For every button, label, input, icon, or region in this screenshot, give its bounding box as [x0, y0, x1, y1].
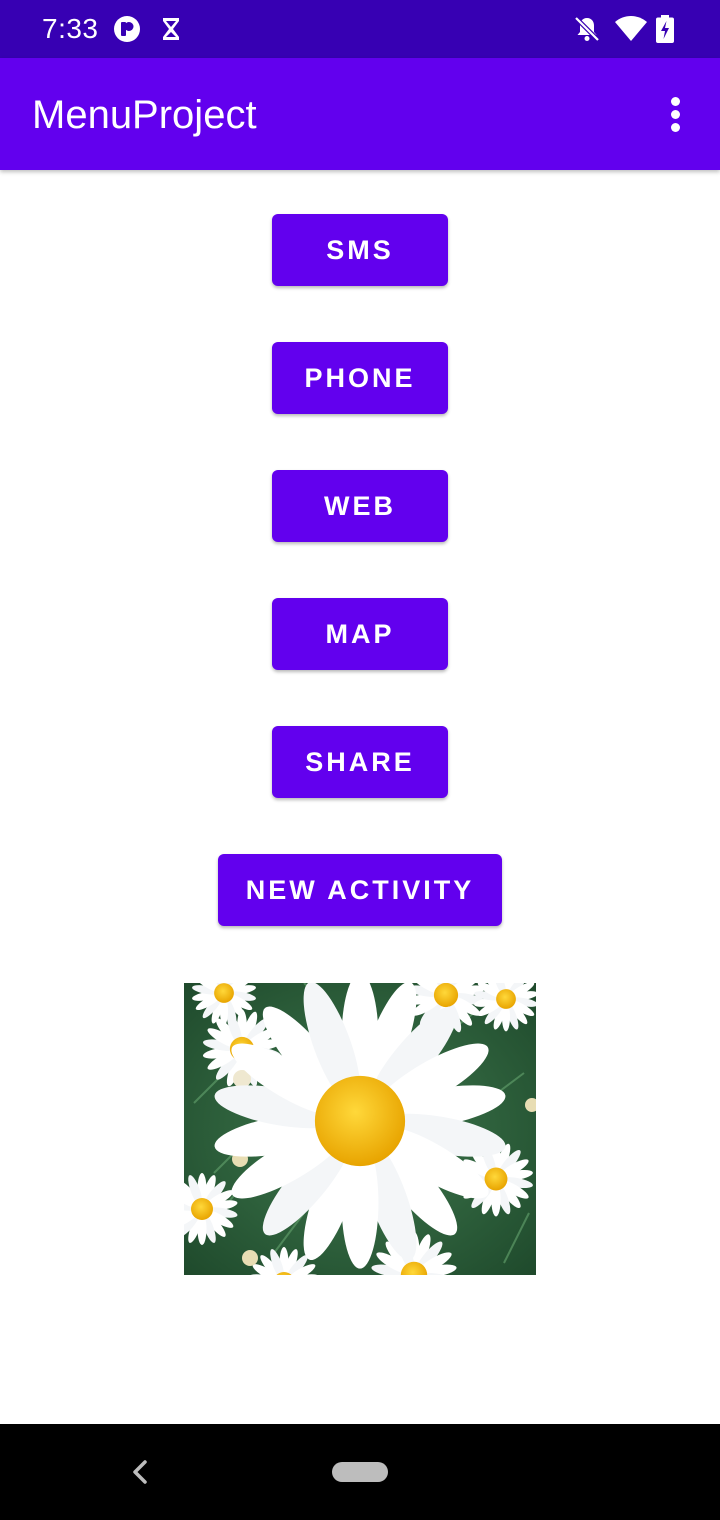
overflow-dot: [671, 123, 680, 132]
navigation-bar: [0, 1424, 720, 1520]
overflow-dot: [671, 97, 680, 106]
overflow-dot: [671, 110, 680, 119]
app-title: MenuProject: [32, 93, 257, 137]
new-activity-button[interactable]: NEW ACTIVITY: [218, 854, 502, 926]
app-bar: MenuProject: [0, 58, 720, 170]
map-button[interactable]: MAP: [272, 598, 448, 670]
wifi-icon: [615, 16, 647, 41]
notifications-off-icon: [574, 16, 600, 42]
home-pill-icon[interactable]: [332, 1462, 388, 1482]
share-button[interactable]: SHARE: [272, 726, 448, 798]
daisy-image: [184, 983, 536, 1275]
more-vert-icon[interactable]: [656, 94, 696, 134]
status-time: 7:33: [42, 13, 99, 44]
status-bar: 7:33: [0, 0, 720, 58]
sms-button[interactable]: SMS: [272, 214, 448, 286]
daisy-illustration: [184, 983, 536, 1275]
app-notification-icon: [114, 16, 140, 42]
phone-button[interactable]: PHONE: [272, 342, 448, 414]
battery-charging-icon: [656, 15, 674, 43]
hourglass-icon: [163, 18, 179, 40]
back-chevron-icon[interactable]: [126, 1456, 156, 1488]
web-button[interactable]: WEB: [272, 470, 448, 542]
